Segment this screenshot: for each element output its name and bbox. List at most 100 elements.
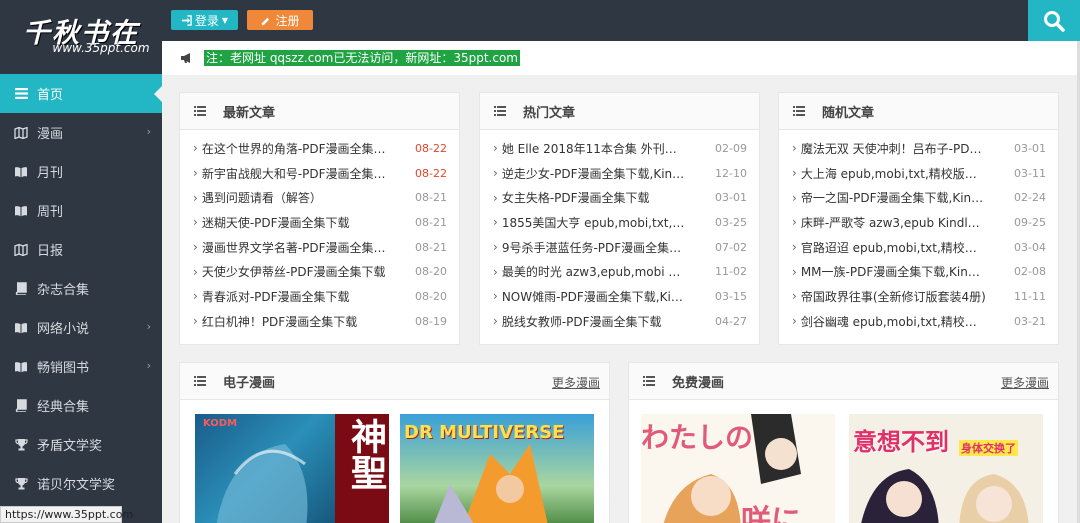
chevron-right-icon: ›: [193, 289, 198, 304]
article-title-link[interactable]: 迷糊天使-PDF漫画全集下载: [202, 214, 415, 231]
sidebar-item-7[interactable]: 畅销图书 ›: [0, 347, 162, 386]
comic-cover[interactable]: 意想不到 身体交换了: [849, 414, 1043, 523]
article-title-link[interactable]: 帝一之国-PDF漫画全集下载,Kindle: [801, 189, 1014, 206]
list-item[interactable]: › 最美的时光 azw3,epub,mobi Kindle 11-02: [480, 259, 759, 284]
list-item[interactable]: › 官路迢迢 epub,mobi,txt,精校版电子书 03-04: [779, 235, 1058, 260]
cover-title: 意想不到: [853, 428, 949, 456]
sidebar-nav: 首页漫画 › 月刊 周刊 日报杂志合集网络小说 › 畅销图书 › 经典合集矛盾文学奖诺贝尔文学奖: [0, 74, 162, 503]
article-title-link[interactable]: 脱线女教师-PDF漫画全集下载: [502, 313, 715, 330]
list-item[interactable]: › 新宇宙战舰大和号-PDF漫画全集下载 08-22: [180, 161, 459, 186]
list-item[interactable]: › 脱线女教师-PDF漫画全集下载 04-27: [480, 309, 759, 334]
comic-cover[interactable]: KODM 神聖: [195, 414, 389, 523]
register-label: 注册: [275, 13, 300, 28]
sidebar-item-8[interactable]: 经典合集: [0, 386, 162, 425]
article-list: › 在这个世界的角落-PDF漫画全集下载 08-22 › 新宇宙战舰大和号-PDF漫画全…: [180, 130, 459, 334]
list-item[interactable]: › 床畔-严歌苓 azw3,epub Kindle电子书 09-25: [779, 210, 1058, 235]
list-item[interactable]: › 逆走少女-PDF漫画全集下载,Kindle 12-10: [480, 161, 759, 186]
sidebar-item-5[interactable]: 杂志合集: [0, 269, 162, 308]
sidebar-item-1[interactable]: 漫画 ›: [0, 113, 162, 152]
sidebar-item-label: 网络小说: [37, 322, 90, 337]
list-item[interactable]: › 青春派对-PDF漫画全集下载 08-20: [180, 284, 459, 309]
e-comic-panel: 电子漫画 更多漫画 KODM 神聖 DR MULTIVERSE: [179, 362, 610, 523]
chevron-right-icon: ›: [193, 141, 198, 156]
list-item[interactable]: › 她 Elle 2018年11本合集 外刊下载 02-09: [480, 136, 759, 161]
list-item[interactable]: › 剑谷幽魂 epub,mobi,txt,精校版电子书 03-21: [779, 309, 1058, 334]
more-comics-link[interactable]: 更多漫画: [1001, 374, 1049, 391]
list-item[interactable]: › 遇到问题请看（解答） 08-21: [180, 185, 459, 210]
map-icon: [14, 126, 28, 140]
sign-in-icon: [181, 14, 192, 26]
article-title-link[interactable]: 最美的时光 azw3,epub,mobi Kindle: [502, 263, 715, 280]
chevron-right-icon: ›: [792, 215, 797, 230]
article-title-link[interactable]: 剑谷幽魂 epub,mobi,txt,精校版电子书: [801, 313, 1014, 330]
site-logo[interactable]: 千秋书在 www.35ppt.com: [0, 0, 162, 74]
article-date: 02-08: [1014, 265, 1046, 279]
sidebar-item-4[interactable]: 日报: [0, 230, 162, 269]
list-item[interactable]: › 迷糊天使-PDF漫画全集下载 08-21: [180, 210, 459, 235]
article-title-link[interactable]: 漫画世界文学名著-PDF漫画全集下载: [202, 239, 415, 256]
panel-title: 随机文章: [822, 105, 875, 121]
article-title-link[interactable]: 帝国政界往事(全新修订版套装4册): [801, 288, 1014, 305]
article-title-link[interactable]: 青春派对-PDF漫画全集下载: [202, 288, 415, 305]
article-title-link[interactable]: 在这个世界的角落-PDF漫画全集下载: [202, 140, 415, 157]
search-button[interactable]: [1028, 0, 1080, 41]
browser-status-bar: https://www.35ppt.com: [0, 506, 133, 523]
list-item[interactable]: › 红白机神！PDF漫画全集下载 08-19: [180, 309, 459, 334]
article-title-link[interactable]: 天使少女伊蒂丝-PDF漫画全集下载: [202, 263, 415, 280]
latest-articles-panel: 最新文章 › 在这个世界的角落-PDF漫画全集下载 08-22 › 新宇宙战舰大和号-P…: [179, 92, 460, 345]
sidebar-item-6[interactable]: 网络小说 ›: [0, 308, 162, 347]
sidebar-item-3[interactable]: 周刊: [0, 191, 162, 230]
chevron-right-icon: ›: [493, 215, 498, 230]
comic-cover[interactable]: わたしの 咲に: [641, 414, 835, 523]
comic-cover[interactable]: DR MULTIVERSE: [400, 414, 594, 523]
article-title-link[interactable]: MM一族-PDF漫画全集下载,Kindle: [801, 263, 1014, 280]
sidebar-item-label: 首页: [37, 88, 64, 103]
article-title-link[interactable]: 红白机神！PDF漫画全集下载: [202, 313, 415, 330]
sidebar-item-0[interactable]: 首页: [0, 74, 162, 113]
article-title-link[interactable]: 遇到问题请看（解答）: [202, 189, 415, 206]
list-item[interactable]: › 魔法无双 天使冲刺！吕布子-PDF漫画 03-01: [779, 136, 1058, 161]
sidebar-item-9[interactable]: 矛盾文学奖: [0, 425, 162, 464]
article-title-link[interactable]: 1855美国大亨 epub,mobi,txt,精校版: [502, 214, 715, 231]
list-item[interactable]: › 在这个世界的角落-PDF漫画全集下载 08-22: [180, 136, 459, 161]
article-date: 03-21: [1014, 314, 1046, 328]
article-title-link[interactable]: NOW傩雨-PDF漫画全集下载,Kindle: [502, 288, 715, 305]
article-list: › 她 Elle 2018年11本合集 外刊下载 02-09 › 逆走少女-PDF漫画全…: [480, 130, 759, 334]
list-icon: [793, 106, 805, 116]
article-date: 07-02: [715, 240, 747, 254]
article-title-link[interactable]: 逆走少女-PDF漫画全集下载,Kindle: [502, 165, 715, 182]
list-item[interactable]: › MM一族-PDF漫画全集下载,Kindle 02-08: [779, 259, 1058, 284]
article-title-link[interactable]: 9号杀手湛蓝任务-PDF漫画全集下载: [502, 239, 715, 256]
article-title-link[interactable]: 新宇宙战舰大和号-PDF漫画全集下载: [202, 165, 415, 182]
article-title-link[interactable]: 魔法无双 天使冲刺！吕布子-PDF漫画: [801, 140, 1014, 157]
panel-header: 随机文章: [779, 93, 1058, 130]
chevron-right-icon: ›: [792, 166, 797, 181]
chevron-right-icon: ›: [493, 289, 498, 304]
login-button[interactable]: 登录 ▼: [171, 10, 238, 30]
article-title-link[interactable]: 大上海 epub,mobi,txt,精校版电子书: [801, 165, 1014, 182]
article-title-link[interactable]: 官路迢迢 epub,mobi,txt,精校版电子书: [801, 239, 1014, 256]
list-item[interactable]: › 9号杀手湛蓝任务-PDF漫画全集下载 07-02: [480, 235, 759, 260]
list-item[interactable]: › 漫画世界文学名著-PDF漫画全集下载 08-21: [180, 235, 459, 260]
list-item[interactable]: › 帝一之国-PDF漫画全集下载,Kindle 02-24: [779, 185, 1058, 210]
list-item[interactable]: › 帝国政界往事(全新修订版套装4册) 11-11: [779, 284, 1058, 309]
article-title-link[interactable]: 她 Elle 2018年11本合集 外刊下载: [502, 140, 715, 157]
register-button[interactable]: 注册: [247, 10, 313, 30]
list-item[interactable]: › NOW傩雨-PDF漫画全集下载,Kindle 03-15: [480, 284, 759, 309]
sidebar-item-label: 矛盾文学奖: [37, 439, 103, 454]
edit-icon: [262, 17, 270, 25]
list-item[interactable]: › 大上海 epub,mobi,txt,精校版电子书 03-11: [779, 161, 1058, 186]
list-icon: [494, 106, 506, 116]
sidebar-item-2[interactable]: 月刊: [0, 152, 162, 191]
list-item[interactable]: › 天使少女伊蒂丝-PDF漫画全集下载 08-20: [180, 259, 459, 284]
sidebar-item-10[interactable]: 诺贝尔文学奖: [0, 464, 162, 503]
chevron-right-icon: ›: [493, 166, 498, 181]
random-articles-panel: 随机文章 › 魔法无双 天使冲刺！吕布子-PDF漫画 03-01 › 大上海 epub,…: [778, 92, 1059, 345]
sidebar-item-label: 杂志合集: [37, 283, 90, 298]
article-title-link[interactable]: 床畔-严歌苓 azw3,epub Kindle电子书: [801, 214, 1014, 231]
list-item[interactable]: › 女主失格-PDF漫画全集下载 03-01: [480, 185, 759, 210]
list-item[interactable]: › 1855美国大亨 epub,mobi,txt,精校版 03-25: [480, 210, 759, 235]
article-title-link[interactable]: 女主失格-PDF漫画全集下载: [502, 189, 715, 206]
more-comics-link[interactable]: 更多漫画: [552, 374, 600, 391]
chevron-right-icon: ›: [792, 314, 797, 329]
